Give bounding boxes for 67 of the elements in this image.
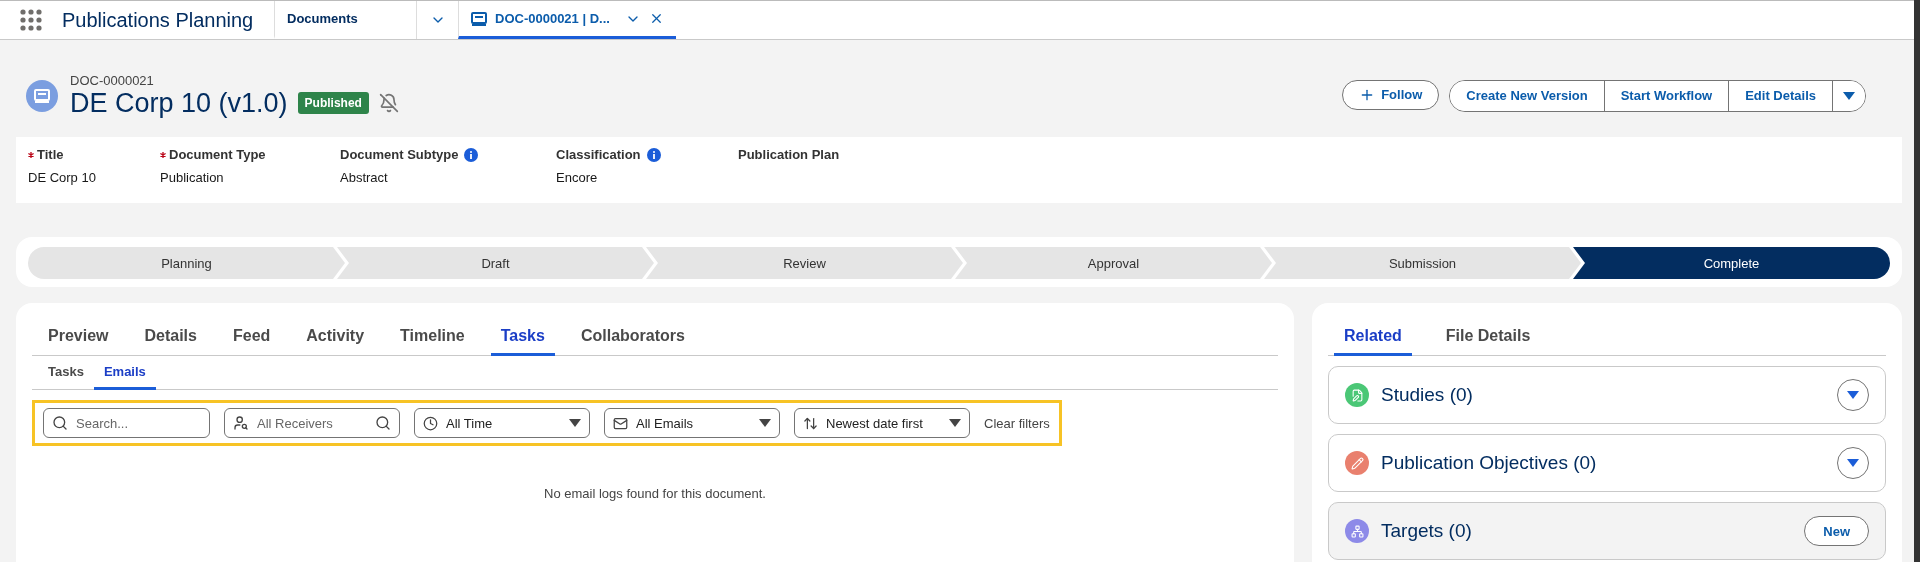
- status-badge: Published: [297, 92, 369, 114]
- caret-icon: [1843, 91, 1855, 100]
- nav-tab[interactable]: DOC-0000021 | D...: [458, 1, 676, 39]
- expand-button[interactable]: [1837, 379, 1869, 411]
- expand-button[interactable]: [1837, 447, 1869, 479]
- tab[interactable]: Related: [1334, 317, 1412, 356]
- app-launcher-icon[interactable]: [20, 9, 42, 31]
- field-label: Publication Plan: [738, 147, 840, 162]
- empty-message: No email logs found for this document.: [543, 486, 767, 501]
- record-icon: [26, 79, 58, 112]
- sort-arrows-icon: [803, 415, 818, 431]
- field-value: Encore: [556, 170, 599, 185]
- record-title: DE Corp 10 (v1.0): [70, 87, 288, 119]
- sort-select[interactable]: Newest date first: [794, 408, 970, 438]
- related-list-title[interactable]: Studies (0): [1381, 384, 1825, 406]
- sub-tab[interactable]: Emails: [93, 356, 156, 390]
- required-icon: [160, 151, 166, 158]
- sub-tab[interactable]: Tasks: [38, 356, 94, 390]
- bell-off-icon[interactable]: [378, 93, 399, 113]
- field-value: DE Corp 10: [28, 170, 97, 185]
- new-button[interactable]: New: [1804, 516, 1869, 546]
- person-icon: [233, 415, 249, 431]
- required-icon: [28, 151, 34, 158]
- envelope-icon: [613, 415, 628, 431]
- field-label: Document Subtype: [340, 147, 459, 162]
- document-icon: [471, 11, 487, 26]
- caret-icon: [569, 419, 581, 427]
- time-select[interactable]: All Time: [414, 408, 590, 438]
- caret-icon: [949, 419, 961, 427]
- close-icon[interactable]: [649, 11, 664, 26]
- app-title: Publications Planning: [62, 7, 255, 33]
- tab[interactable]: Timeline: [390, 317, 475, 356]
- search-icon: [375, 415, 391, 431]
- tab[interactable]: Preview: [38, 317, 119, 356]
- field-label: Title: [37, 147, 64, 162]
- related-list-title[interactable]: Targets (0): [1381, 520, 1793, 542]
- follow-button[interactable]: Follow: [1342, 79, 1440, 110]
- clock-icon: [423, 415, 438, 431]
- more-actions-button[interactable]: [1832, 80, 1865, 111]
- field-label: Document Type: [169, 147, 266, 162]
- path-step[interactable]: Approval: [955, 247, 1272, 279]
- tab[interactable]: Details: [134, 317, 207, 356]
- tab[interactable]: Activity: [296, 317, 375, 356]
- caret-icon: [1847, 391, 1859, 399]
- field-value: Abstract: [340, 170, 389, 185]
- search-field[interactable]: Search...: [43, 408, 210, 438]
- caret-icon: [759, 419, 771, 427]
- record-number: DOC-0000021: [70, 72, 155, 88]
- tab[interactable]: Tasks: [490, 317, 555, 356]
- receivers-field[interactable]: All Receivers: [224, 408, 400, 438]
- field-value: Publication: [160, 170, 225, 185]
- info-icon: [646, 147, 661, 162]
- tab[interactable]: Feed: [222, 317, 281, 356]
- related-list-title[interactable]: Publication Objectives (0): [1381, 452, 1825, 474]
- clear-filters-link[interactable]: Clear filters: [984, 415, 1050, 431]
- info-icon: [464, 147, 479, 162]
- path-step[interactable]: Draft: [337, 247, 654, 279]
- tab[interactable]: File Details: [1435, 317, 1541, 356]
- path-step[interactable]: Review: [646, 247, 963, 279]
- search-icon: [52, 415, 68, 431]
- caret-icon: [1847, 459, 1859, 467]
- field-label: Classification: [556, 147, 641, 162]
- path-step[interactable]: Complete: [1573, 247, 1890, 279]
- emails-select[interactable]: All Emails: [604, 408, 780, 438]
- tab[interactable]: Collaborators: [570, 317, 695, 356]
- path-step[interactable]: Submission: [1264, 247, 1581, 279]
- path-step[interactable]: Planning: [28, 247, 345, 279]
